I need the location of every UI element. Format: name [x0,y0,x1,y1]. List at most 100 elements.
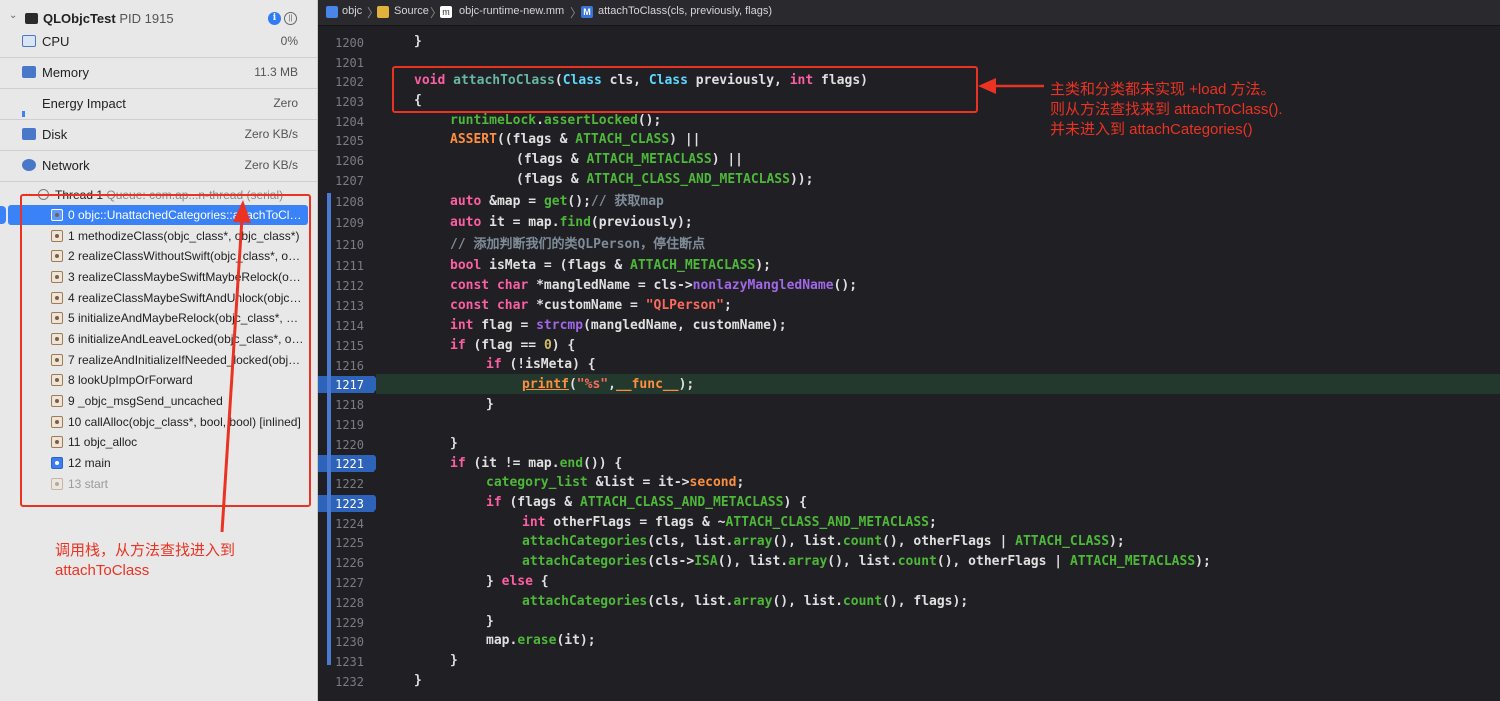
method-icon: M [581,6,593,18]
cpu-icon [22,35,36,47]
line-number: 1212 [335,279,364,293]
annotation-line: 主类和分类都未实现 +load 方法。 [1050,81,1276,98]
line-number: 1231 [335,655,364,669]
project-icon [326,6,338,18]
gauge-label: Memory [42,65,89,80]
gauge-energy[interactable]: Energy Impact Zero [0,89,317,120]
gauge-label: Disk [42,127,68,142]
code-line: map.erase(it); [486,633,596,648]
program-counter-marker [0,206,6,224]
line-number: 1227 [335,576,364,590]
code-line: attachCategories(cls->ISA(), list.array(… [522,554,1211,569]
gauge-value: 11.3 MB [254,65,298,79]
annotation-line: 调用栈，从方法查找进入到 [55,542,236,559]
gauge-value: Zero KB/s [244,158,298,172]
line-number: 1203 [335,95,364,109]
memory-icon [22,66,36,78]
app-icon [25,13,38,24]
line-number: 1230 [335,635,364,649]
gauge-label: Energy Impact [42,96,126,111]
annotation-function-note: 主类和分类都未实现 +load 方法。 则从方法查找来到 attachToCla… [1050,80,1350,140]
file-icon: m [440,6,452,18]
code-line: const char *mangledName = cls->nonlazyMa… [450,278,858,293]
code-line: auto &map = get();// 获取map [450,194,664,209]
line-number: 1213 [335,299,364,313]
code-line: } [450,436,458,451]
gauge-memory[interactable]: Memory 11.3 MB [0,58,317,89]
gauge-label: Network [42,158,90,173]
chevron-down-icon[interactable]: ⌄ [9,10,17,21]
line-number: 1211 [335,259,364,273]
line-number: 1228 [335,596,364,610]
line-number: 1206 [335,154,364,168]
line-number: 1208 [335,195,364,209]
code-line: int flag = strcmp(mangledName, customNam… [450,318,787,333]
code-line: } [486,397,494,412]
line-number: 1229 [335,616,364,630]
code-line: auto it = map.find(previously); [450,215,693,230]
line-number: 1221 [335,457,364,471]
gauge-cpu[interactable]: CPU 0% [0,27,317,58]
debug-navigator: ⌄ QLObjcTest PID 1915 i || CPU 0% Memory… [0,0,318,701]
disk-icon [22,128,36,140]
code-line: if (!isMeta) { [486,357,596,372]
line-number: 1225 [335,536,364,550]
line-number: 1200 [335,36,364,50]
gauge-value: Zero [273,96,298,110]
line-number: 1201 [335,56,364,70]
code-line: (flags & ATTACH_CLASS_AND_METACLASS)); [516,172,814,187]
pause-icon[interactable]: || [284,12,297,25]
info-icon[interactable]: i [268,12,281,25]
code-line: if (it != map.end()) { [450,456,623,471]
code-line: bool isMeta = (flags & ATTACH_METACLASS)… [450,258,771,273]
code-line: ASSERT((flags & ATTACH_CLASS) || [450,132,701,147]
line-number: 1205 [335,134,364,148]
line-number: 1210 [335,238,364,252]
gauge-disk[interactable]: Disk Zero KB/s [0,120,317,151]
code-line: int otherFlags = flags & ~ATTACH_CLASS_A… [522,515,937,530]
annotation-line: 并未进入到 attachCategories() [1050,121,1253,138]
line-number: 1204 [335,115,364,129]
code-line: attachCategories(cls, list.array(), list… [522,534,1125,549]
network-icon [22,159,36,171]
line-number: 1232 [335,675,364,689]
gauge-value: Zero KB/s [244,127,298,141]
code-line: attachCategories(cls, list.array(), list… [522,594,969,609]
code-line: } [486,614,494,629]
line-number: 1217 [335,378,364,392]
jump-bar: objc 〉 Source 〉 m objc-runtime-new.mm 〉 … [318,0,1500,26]
breadcrumb-folder[interactable]: Source [394,5,429,17]
annotation-line: 则从方法查找来到 attachToClass(). [1050,101,1283,118]
line-number: 1222 [335,477,364,491]
breadcrumb-method[interactable]: attachToClass(cls, previously, flags) [598,5,772,17]
annotation-callstack-note: 调用栈，从方法查找进入到 attachToClass [55,541,295,581]
line-number: 1226 [335,556,364,570]
code-line: } [414,673,422,688]
line-number: 1214 [335,319,364,333]
line-number: 1202 [335,75,364,89]
line-number: 1216 [335,359,364,373]
annotation-callstack-box [20,194,311,507]
code-line: } [450,653,458,668]
code-line: const char *customName = "QLPerson"; [450,298,732,313]
breadcrumb-project[interactable]: objc [342,5,362,17]
folder-icon [377,6,389,18]
line-number: 1223 [335,497,364,511]
code-line: runtimeLock.assertLocked(); [450,113,662,128]
gauge-network[interactable]: Network Zero KB/s [0,151,317,182]
line-number: 1219 [335,418,364,432]
line-number: 1215 [335,339,364,353]
code-line: } else { [486,574,549,589]
change-bar[interactable] [327,235,331,665]
line-number: 1207 [335,174,364,188]
annotation-line: attachToClass [55,562,150,579]
breadcrumb-file[interactable]: objc-runtime-new.mm [459,5,564,17]
process-pid: PID 1915 [119,11,174,26]
gauge-label: CPU [42,34,70,49]
line-number: 1218 [335,398,364,412]
gauge-value: 0% [280,34,298,48]
code-line: (flags & ATTACH_METACLASS) || [516,152,743,167]
energy-icon [22,111,25,117]
code-line: category_list &list = it->second; [486,475,745,490]
process-name: QLObjcTest PID 1915 [43,11,174,26]
